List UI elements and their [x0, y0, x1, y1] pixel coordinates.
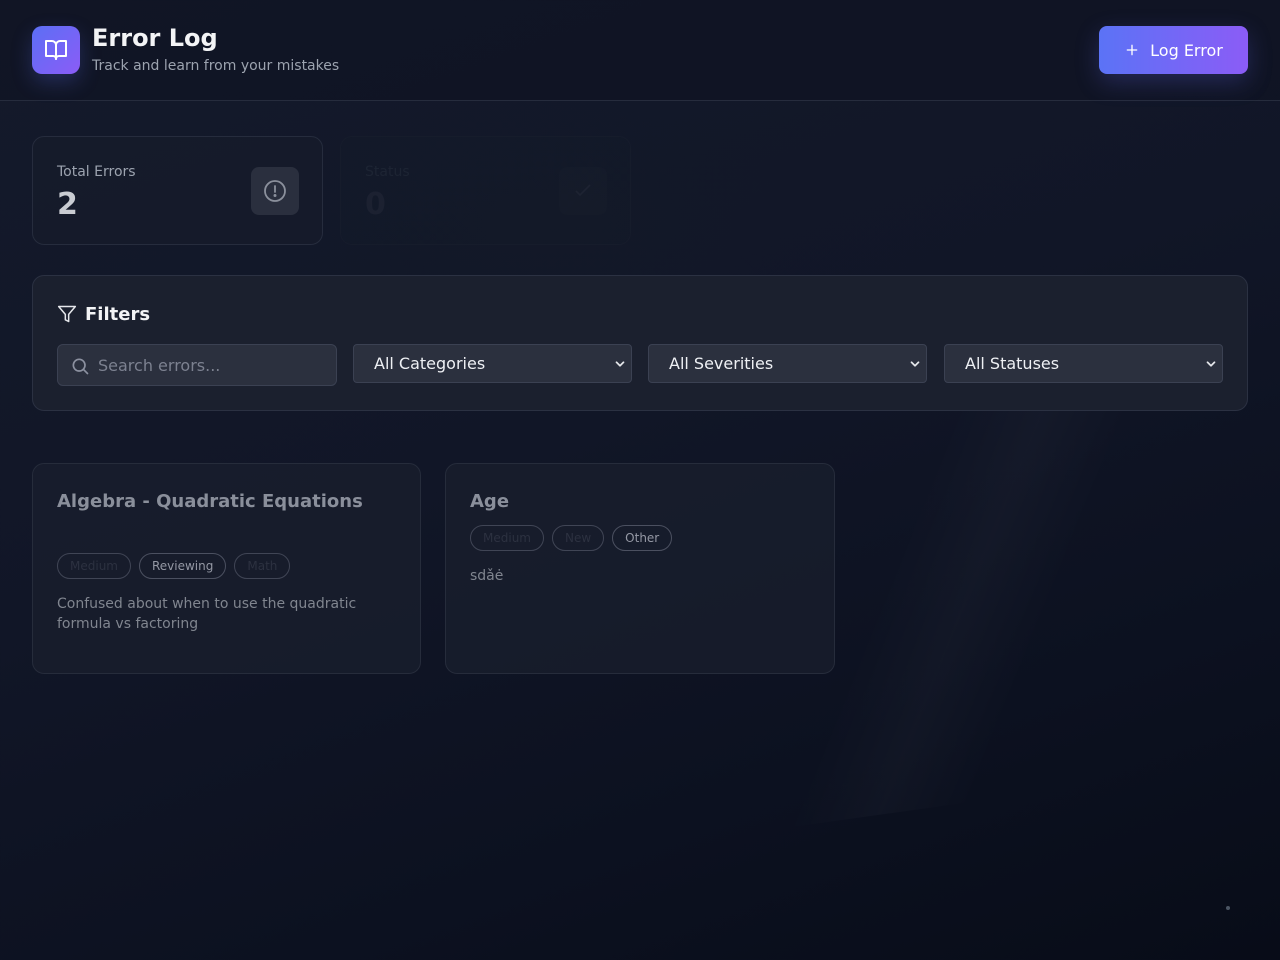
search-input[interactable] [98, 345, 328, 385]
book-open-icon [45, 40, 67, 60]
severity-select-value: All Severities [669, 354, 774, 373]
filters-heading: Filters [57, 303, 150, 325]
category-badge: Other [612, 525, 673, 551]
severity-select[interactable]: All Severities [648, 344, 927, 383]
logo [32, 26, 80, 74]
log-error-button-label: Log Error [1150, 40, 1223, 60]
error-card[interactable]: Age Medium New Other sdǎė [445, 463, 835, 674]
app-title: Error Log [92, 24, 218, 52]
error-card-title: Algebra - Quadratic Equations [57, 491, 363, 512]
stat-icon-box [251, 167, 299, 215]
error-card-tags: Medium Reviewing Math [57, 553, 291, 579]
error-card[interactable]: Algebra - Quadratic Equations Medium Rev… [32, 463, 421, 674]
search-icon [72, 358, 89, 375]
stat-label: Status [365, 164, 410, 180]
error-card-tags: Medium New Other [470, 525, 673, 551]
status-dot [1226, 906, 1230, 910]
plus-icon [1126, 44, 1138, 56]
severity-badge: Medium [57, 553, 131, 579]
chevron-down-icon [615, 361, 625, 367]
alert-circle-icon [264, 180, 286, 202]
severity-badge: Medium [470, 525, 544, 551]
stat-card-status: Status 0 [340, 136, 631, 245]
error-card-description: Confused about when to use the quadratic… [57, 596, 357, 632]
stat-value: 2 [57, 187, 78, 222]
category-badge: Math [234, 553, 291, 579]
stat-label: Total Errors [57, 164, 136, 180]
status-badge: New [551, 525, 605, 551]
app-subtitle: Track and learn from your mistakes [92, 58, 340, 74]
check-icon [575, 184, 591, 197]
status-select-value: All Statuses [965, 354, 1060, 373]
chevron-down-icon [1206, 361, 1216, 367]
status-select[interactable]: All Statuses [944, 344, 1223, 383]
stat-card-total-errors: Total Errors 2 [32, 136, 323, 245]
error-card-title: Age [470, 491, 510, 512]
error-card-description: sdǎė [470, 568, 504, 584]
filters-title: Filters [85, 303, 151, 325]
filters-panel: Filters All Categories All Severities Al… [32, 275, 1248, 411]
chevron-down-icon [910, 361, 920, 367]
search-field[interactable] [57, 344, 337, 386]
app-header: Error Log Track and learn from your mist… [0, 0, 1280, 101]
category-select-value: All Categories [374, 354, 486, 373]
filter-icon [57, 305, 77, 323]
stat-icon-box [559, 167, 607, 215]
category-select[interactable]: All Categories [353, 344, 632, 383]
status-badge: Reviewing [138, 553, 227, 579]
stat-value: 0 [365, 187, 386, 222]
log-error-button[interactable]: Log Error [1099, 26, 1248, 74]
